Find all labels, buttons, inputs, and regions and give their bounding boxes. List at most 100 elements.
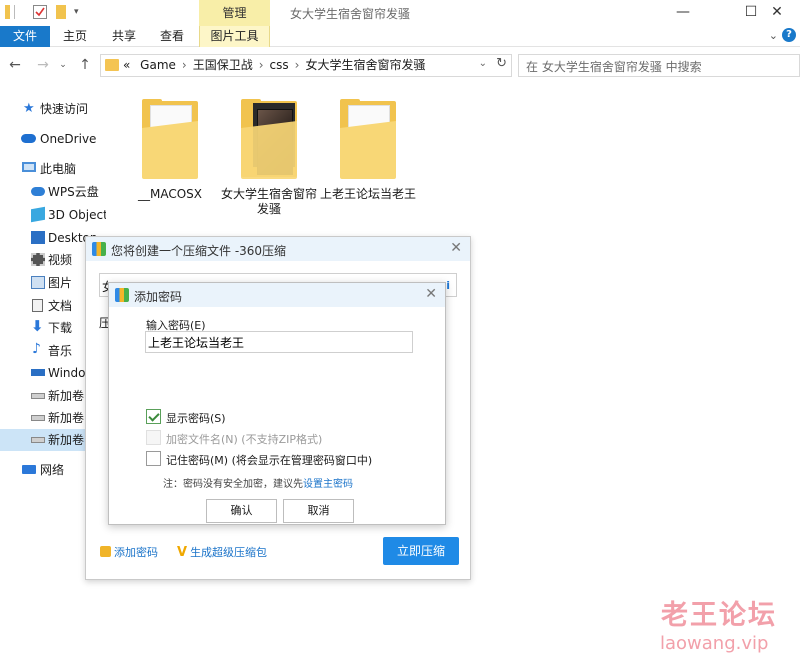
file-name: 女大学生宿舍窗帘发骚 [221, 187, 318, 216]
breadcrumb-item[interactable]: Game [140, 58, 176, 72]
tab-home[interactable]: 主页 [55, 26, 95, 47]
window-title: 女大学生宿舍窗帘发骚 [290, 7, 411, 21]
sidebar-item-label: 此电脑 [40, 162, 77, 176]
sidebar-item-label: Windo [48, 366, 86, 380]
sidebar-item-wps-cloud[interactable]: WPS云盘 [0, 181, 106, 203]
cancel-button[interactable]: 取消 [283, 499, 354, 523]
sidebar-item-label: 3D Object [48, 208, 106, 222]
sidebar-item-this-pc[interactable]: 此电脑 [0, 158, 106, 180]
folder-icon [105, 59, 119, 71]
properties-icon[interactable] [33, 5, 47, 19]
chevron-down-icon[interactable]: ▾ [74, 5, 82, 19]
breadcrumb-item[interactable]: 王国保卫战 [193, 58, 253, 72]
download-icon: ⬇ [31, 317, 44, 335]
new-folder-icon[interactable] [56, 5, 66, 19]
refresh-icon[interactable]: ↻ [496, 56, 507, 71]
breadcrumb-item[interactable]: 女大学生宿舍窗帘发骚 [305, 58, 425, 72]
sidebar-item-onedrive[interactable]: OneDrive [0, 128, 106, 150]
network-icon [22, 465, 36, 474]
sidebar-item-label: 快速访问 [40, 102, 89, 116]
drive-icon [31, 415, 45, 421]
help-icon[interactable]: ? [782, 28, 796, 42]
sidebar-item-label: 新加卷 [48, 389, 85, 403]
breadcrumb-separator: › [294, 58, 300, 72]
breadcrumb-separator: › [181, 58, 187, 72]
separator [14, 5, 15, 19]
compress-now-button[interactable]: 立即压缩 [383, 537, 459, 565]
watermark-text: 老王论坛 [661, 600, 777, 631]
file-item-folder[interactable]: 上老王论坛当老王 [320, 99, 416, 202]
add-password-link[interactable]: 添加密码 [100, 544, 158, 560]
close-icon[interactable]: ✕ [450, 240, 462, 256]
super-archive-link[interactable]: V 生成超级压缩包 [177, 544, 267, 560]
close-icon[interactable]: ✕ [425, 286, 437, 302]
minimize-button[interactable]: — [660, 0, 706, 26]
file-name: 上老王论坛当老王 [320, 187, 417, 201]
file-item-folder[interactable]: __MACOSX [122, 99, 218, 202]
tab-file[interactable]: 文件 [0, 26, 50, 47]
sidebar-item-label: 图片 [48, 276, 73, 290]
sidebar-item-3d-objects[interactable]: 3D Object [0, 204, 106, 226]
title-bar: ▾ 管理 女大学生宿舍窗帘发骚 — ☐ ✕ [0, 0, 800, 26]
sidebar-item-label: 新加卷 [48, 411, 85, 425]
dialog-title: 您将创建一个压缩文件 -360压缩 [111, 244, 287, 258]
add-password-dialog: 添加密码 ✕ 输入密码(E) 显示密码(S) 加密文件名(N) (不支持ZIP格… [108, 282, 446, 525]
add-password-label: 添加密码 [114, 546, 158, 559]
drive-icon [31, 437, 45, 443]
confirm-button[interactable]: 确认 [206, 499, 277, 523]
ribbon-tabs: 文件 主页 共享 查看 图片工具 ⌄ ? [0, 26, 800, 47]
security-note-text: 注：密码没有安全加密，建议先 [163, 479, 303, 490]
star-icon: ★ [23, 101, 35, 116]
chevron-down-icon[interactable]: ⌄ [769, 29, 778, 42]
tab-view[interactable]: 查看 [152, 26, 192, 47]
cloud-icon [31, 187, 45, 196]
sidebar-item-label: 文档 [48, 299, 73, 313]
manage-context-tab[interactable]: 管理 [199, 0, 270, 26]
cloud-icon [21, 134, 36, 143]
lock-icon [100, 546, 111, 557]
file-name: __MACOSX [137, 187, 202, 201]
dialog-title-bar: 您将创建一个压缩文件 -360压缩 ✕ [86, 237, 470, 261]
set-master-password-link[interactable]: 设置主密码 [303, 479, 353, 490]
remember-password-label: 记住密码(M) (将会显示在管理密码窗口中) [166, 454, 373, 467]
file-item-folder[interactable]: 女大学生宿舍窗帘发骚 [221, 99, 317, 217]
encrypt-filenames-label: 加密文件名(N) (不支持ZIP格式) [166, 433, 323, 446]
computer-icon [22, 162, 36, 172]
sidebar-item-label: 新加卷 [48, 433, 85, 447]
chevron-down-icon[interactable]: ⌄ [479, 58, 487, 69]
tab-picture-tools[interactable]: 图片工具 [199, 26, 270, 47]
password-input[interactable] [145, 331, 413, 353]
tab-share[interactable]: 共享 [104, 26, 144, 47]
sidebar-item-label: 视频 [48, 253, 73, 267]
folder-image-icon [239, 99, 299, 179]
up-arrow-icon[interactable]: ↑ [76, 56, 94, 74]
show-password-label: 显示密码(S) [166, 412, 226, 425]
search-box[interactable]: 在 女大学生宿舍窗帘发骚 中搜索 [518, 54, 800, 77]
sidebar-item-label: OneDrive [40, 132, 97, 146]
encrypt-filenames-checkbox [146, 430, 161, 445]
info-icon[interactable]: i [446, 279, 450, 292]
breadcrumb-prefix[interactable]: « [123, 58, 130, 72]
music-icon: ♪ [32, 341, 41, 357]
breadcrumb-item[interactable]: css [270, 58, 289, 72]
close-button[interactable]: ✕ [754, 0, 800, 26]
forward-arrow-icon[interactable]: → [34, 56, 52, 74]
breadcrumb-separator: › [258, 58, 264, 72]
video-icon [31, 253, 45, 266]
dialog-title: 添加密码 [134, 290, 183, 304]
sidebar-item-quick-access[interactable]: ★ 快速访问 [0, 98, 106, 120]
drive-icon [31, 369, 45, 376]
picture-icon [31, 276, 45, 289]
sidebar-item-label: 网络 [40, 463, 65, 477]
cube-icon [31, 206, 45, 223]
security-note: 注：密码没有安全加密，建议先设置主密码 [163, 475, 353, 490]
back-arrow-icon[interactable]: ← [6, 56, 24, 74]
dialog-title-bar: 添加密码 ✕ [109, 283, 445, 307]
chevron-down-icon[interactable]: ⌄ [54, 56, 72, 74]
remember-password-checkbox[interactable] [146, 451, 161, 466]
address-bar[interactable]: « Game › 王国保卫战 › css › 女大学生宿舍窗帘发骚 ⌄ ↻ [100, 54, 512, 77]
show-password-checkbox[interactable] [146, 409, 161, 424]
v-badge-icon: V [177, 545, 188, 560]
breadcrumb: « Game › 王国保卫战 › css › 女大学生宿舍窗帘发骚 [123, 55, 425, 76]
desktop-icon [31, 231, 45, 244]
